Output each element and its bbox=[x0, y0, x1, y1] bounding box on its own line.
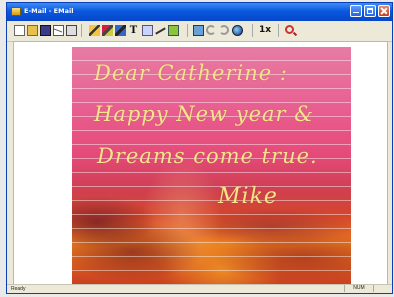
print-icon[interactable] bbox=[66, 25, 77, 36]
globe-icon[interactable] bbox=[232, 25, 243, 36]
redo-icon[interactable] bbox=[219, 25, 229, 35]
pencil-icon[interactable] bbox=[89, 25, 100, 36]
mail-icon[interactable] bbox=[53, 25, 64, 36]
email-window: E-Mail - EMail T 1x Dear Catherine : Hap… bbox=[6, 2, 393, 294]
letter-line-3: Dreams come true. bbox=[97, 144, 318, 168]
greeting-card[interactable]: Dear Catherine : Happy New year & Dreams… bbox=[72, 47, 351, 286]
open-folder-icon[interactable] bbox=[27, 25, 38, 36]
text-tool-button[interactable]: T bbox=[128, 25, 139, 36]
minimize-icon bbox=[353, 8, 359, 13]
undo-icon[interactable] bbox=[206, 25, 216, 35]
close-icon bbox=[381, 8, 387, 14]
pen-icon[interactable] bbox=[115, 25, 126, 36]
letter-line-2: Happy New year & bbox=[94, 102, 314, 126]
magnifier-icon[interactable] bbox=[285, 25, 294, 34]
brush-icon[interactable] bbox=[102, 25, 113, 36]
line-tool-icon[interactable] bbox=[155, 25, 166, 36]
toolbar-separator bbox=[278, 24, 279, 37]
fill-color-icon[interactable] bbox=[168, 25, 179, 36]
envelope-icon bbox=[11, 7, 21, 16]
toolbar-separator bbox=[81, 24, 82, 37]
palette-icon[interactable] bbox=[193, 25, 204, 36]
title-bar[interactable]: E-Mail - EMail bbox=[7, 3, 392, 21]
maximize-icon bbox=[367, 8, 373, 14]
status-text: Ready bbox=[11, 286, 26, 292]
status-bar: Ready NUM bbox=[7, 284, 392, 293]
toolbar-separator bbox=[252, 24, 253, 37]
drawing-canvas[interactable]: Dear Catherine : Happy New year & Dreams… bbox=[13, 41, 388, 287]
toolbar-separator bbox=[187, 24, 188, 37]
new-document-icon[interactable] bbox=[14, 25, 25, 36]
signature: Mike bbox=[218, 184, 278, 209]
save-icon[interactable] bbox=[40, 25, 51, 36]
status-indicator: NUM bbox=[344, 285, 374, 292]
maximize-button[interactable] bbox=[364, 5, 376, 17]
window-title: E-Mail - EMail bbox=[24, 7, 74, 15]
letter-line-1: Dear Catherine : bbox=[94, 61, 288, 85]
zoom-button[interactable]: 1x bbox=[259, 25, 271, 36]
minimize-button[interactable] bbox=[350, 5, 362, 17]
close-button[interactable] bbox=[378, 5, 390, 17]
image-icon[interactable] bbox=[142, 25, 153, 36]
toolbar: T 1x bbox=[7, 21, 392, 42]
